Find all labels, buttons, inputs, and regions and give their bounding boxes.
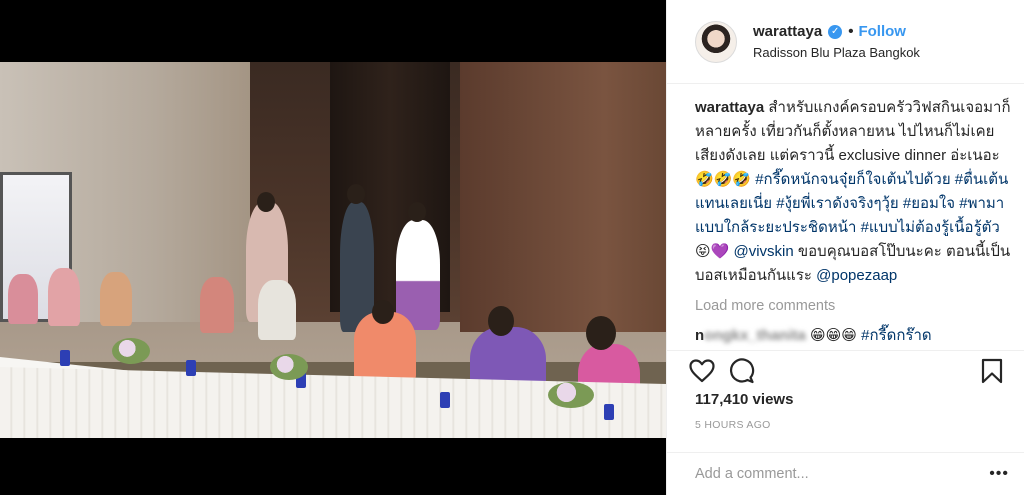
post-side-panel: warattaya ✓ • Follow Radisson Blu Plaza …	[666, 0, 1024, 495]
comments-section: warattaya สำหรับแกงค์ครอบครัววิฟสกินเจอม…	[695, 96, 1011, 344]
follow-button[interactable]: Follow	[858, 23, 906, 40]
comment-button[interactable]	[729, 356, 765, 386]
caption-username[interactable]: warattaya	[695, 99, 764, 116]
post-timestamp[interactable]: 5 HOURS AGO	[695, 419, 771, 431]
comment-item: nongkx_thanita 😁😁😁 #กรี๊ดกร๊าด	[695, 324, 1011, 348]
hashtag-link[interactable]: #แบบไม่ต้องรู้เนื้อรู้ตัว	[861, 219, 1000, 236]
verified-badge-icon: ✓	[828, 24, 843, 39]
hashtag-link[interactable]: #ยอมใจ	[903, 195, 955, 212]
blurred-username: ongkx_thanita	[704, 327, 806, 344]
hashtag-link[interactable]: #งุ้ยพี่เราดังจริงๆวุ้ย	[776, 195, 898, 212]
hashtag-link[interactable]: #กรี๊ดกร๊าด	[861, 327, 932, 344]
avatar[interactable]	[695, 20, 737, 63]
heart-icon	[689, 358, 715, 382]
post-header: warattaya ✓ • Follow Radisson Blu Plaza …	[667, 0, 1024, 84]
post-video[interactable]	[0, 0, 666, 495]
action-bar	[667, 350, 1024, 386]
mention-link[interactable]: @popezaap	[816, 267, 897, 284]
bookmark-icon	[981, 358, 1003, 383]
hashtag-link[interactable]: #กรี๊ดหนักจนจุ๋ยก็ใจเต้นไปด้วย	[755, 171, 950, 188]
like-button[interactable]	[689, 356, 725, 386]
instagram-post: warattaya ✓ • Follow Radisson Blu Plaza …	[0, 0, 1024, 495]
caption-emoji: 😝💜	[695, 243, 730, 260]
person	[396, 220, 440, 330]
username-link[interactable]: warattaya	[753, 23, 822, 40]
save-button[interactable]	[967, 356, 1003, 386]
more-dots-icon[interactable]: •••	[989, 465, 1009, 483]
caption: warattaya สำหรับแกงค์ครอบครัววิฟสกินเจอม…	[695, 96, 1011, 288]
comment-icon	[730, 357, 755, 383]
separator-dot: •	[848, 23, 854, 40]
mention-link[interactable]: @vivskin	[734, 243, 794, 260]
view-count[interactable]: 117,410 views	[695, 391, 793, 408]
load-more-comments-button[interactable]: Load more comments	[695, 294, 1011, 318]
person	[340, 202, 374, 332]
location-link[interactable]: Radisson Blu Plaza Bangkok	[753, 45, 920, 60]
video-frame	[0, 62, 666, 438]
add-comment-input[interactable]	[695, 466, 990, 482]
add-comment-bar: •••	[667, 452, 1024, 495]
comment-username[interactable]: nongkx_thanita	[695, 327, 806, 344]
comment-emoji: 😁😁😁	[810, 327, 857, 344]
